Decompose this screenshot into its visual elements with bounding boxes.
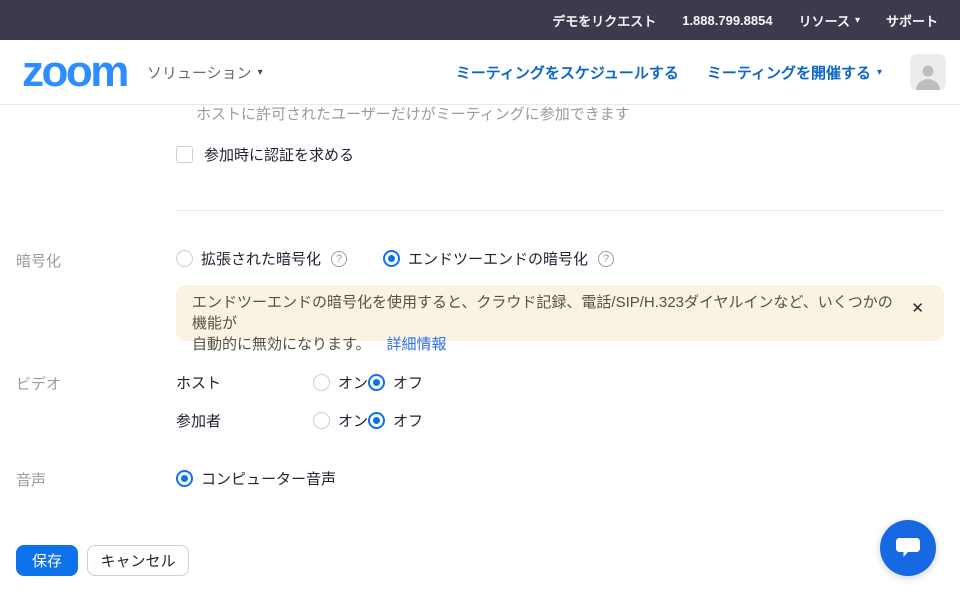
learn-more-link[interactable]: 詳細情報 (387, 336, 447, 353)
solutions-label: ソリューション (147, 62, 252, 83)
video-participant-on-label: オン (338, 410, 368, 431)
auth-checkbox-label: 参加時に認証を求める (204, 144, 354, 165)
computer-audio-label: コンピューター音声 (201, 468, 336, 489)
computer-audio-radio[interactable] (176, 470, 193, 487)
chevron-down-icon: ▾ (855, 15, 860, 26)
solutions-menu[interactable]: ソリューション ▾ (147, 62, 263, 83)
resources-label: リソース (799, 11, 850, 30)
resources-menu[interactable]: リソース ▾ (799, 11, 860, 30)
video-participant-label: 参加者 (176, 410, 313, 431)
audio-section-label: 音声 (16, 469, 46, 490)
video-host-off-label: オフ (393, 372, 423, 393)
waiting-room-description: ホストに許可されたユーザーだけがミーティングに参加できます (196, 103, 630, 124)
chat-bubble-icon (896, 538, 920, 559)
chat-launcher-button[interactable] (880, 520, 936, 576)
e2e-encryption-option[interactable]: エンドツーエンドの暗号化 ? (383, 248, 614, 269)
enhanced-encryption-option[interactable]: 拡張された暗号化 ? (176, 248, 347, 269)
phone-number-link[interactable]: 1.888.799.8854 (682, 13, 772, 28)
schedule-meeting-link[interactable]: ミーティングをスケジュールする (456, 62, 679, 83)
encryption-options: 拡張された暗号化 ? エンドツーエンドの暗号化 ? (176, 248, 614, 269)
banner-text-line1: エンドツーエンドの暗号化を使用すると、クラウド記録、電話/SIP/H.323ダイ… (192, 294, 893, 332)
video-host-off-option[interactable]: オフ (368, 372, 423, 393)
video-participant-row: 参加者 オン オフ (176, 410, 423, 431)
header: zoom ソリューション ▾ ミーティングをスケジュールする ミーティングを開催… (0, 40, 960, 105)
video-participant-on-option[interactable]: オン (313, 410, 368, 431)
video-host-row: ホスト オン オフ (176, 372, 423, 393)
enhanced-encryption-label: 拡張された暗号化 (201, 248, 321, 269)
cancel-button[interactable]: キャンセル (87, 545, 189, 576)
video-participant-off-option[interactable]: オフ (368, 410, 423, 431)
video-host-off-radio[interactable] (368, 374, 385, 391)
video-host-on-radio[interactable] (313, 374, 330, 391)
computer-audio-option[interactable]: コンピューター音声 (176, 468, 336, 489)
video-participant-on-radio[interactable] (313, 412, 330, 429)
enhanced-encryption-radio[interactable] (176, 250, 193, 267)
video-host-label: ホスト (176, 372, 313, 393)
close-icon[interactable]: ✕ (911, 301, 924, 316)
host-meeting-label: ミーティングを開催する (707, 62, 871, 83)
topbar: デモをリクエスト 1.888.799.8854 リソース ▾ サポート (0, 0, 960, 40)
zoom-settings-page: デモをリクエスト 1.888.799.8854 リソース ▾ サポート zoom… (0, 0, 960, 600)
host-meeting-menu[interactable]: ミーティングを開催する ▾ (707, 62, 882, 83)
header-right: ミーティングをスケジュールする ミーティングを開催する ▾ (456, 54, 960, 90)
help-icon[interactable]: ? (331, 251, 347, 267)
section-divider (176, 210, 944, 211)
user-avatar[interactable] (910, 54, 946, 90)
zoom-logo[interactable]: zoom (22, 50, 127, 94)
request-demo-link[interactable]: デモをリクエスト (552, 11, 656, 30)
chevron-down-icon: ▾ (877, 67, 882, 78)
e2e-encryption-label: エンドツーエンドの暗号化 (408, 248, 588, 269)
video-host-on-option[interactable]: オン (313, 372, 368, 393)
e2e-warning-banner: エンドツーエンドの暗号化を使用すると、クラウド記録、電話/SIP/H.323ダイ… (176, 285, 944, 341)
help-icon[interactable]: ? (598, 251, 614, 267)
auth-checkbox-row[interactable]: 参加時に認証を求める (176, 144, 354, 165)
save-button[interactable]: 保存 (16, 545, 78, 576)
chevron-down-icon: ▾ (258, 67, 263, 78)
banner-text-line2: 自動的に無効になります。 (192, 336, 371, 353)
video-section-label: ビデオ (16, 373, 61, 394)
video-host-on-label: オン (338, 372, 368, 393)
support-link[interactable]: サポート (886, 11, 938, 30)
e2e-encryption-radio[interactable] (383, 250, 400, 267)
person-icon (913, 60, 943, 90)
auth-checkbox[interactable] (176, 146, 193, 163)
video-participant-off-label: オフ (393, 410, 423, 431)
video-participant-off-radio[interactable] (368, 412, 385, 429)
encryption-section-label: 暗号化 (16, 250, 61, 271)
